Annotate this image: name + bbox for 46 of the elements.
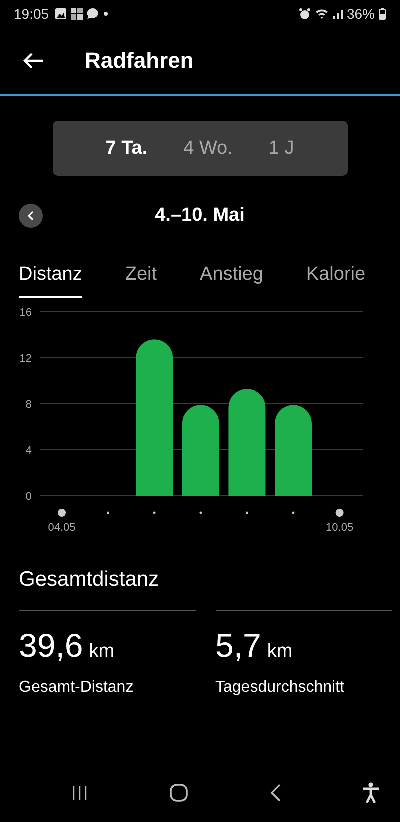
screen-title: Radfahren: [85, 48, 194, 74]
stat-unit: km: [89, 641, 115, 663]
stat-label: Tagesdurchschnitt: [216, 679, 346, 697]
period-tab[interactable]: 1 J: [250, 132, 312, 166]
section-title: Gesamtdistanz: [19, 568, 160, 592]
metric-tab[interactable]: Zeit: [125, 254, 158, 298]
stat-label: Gesamt-Distanz: [19, 679, 135, 697]
axis-label: 16: [20, 307, 32, 319]
image-icon: [55, 8, 68, 20]
battery-icon: [379, 8, 386, 20]
day-marker: [58, 509, 66, 517]
day-marker: [153, 512, 156, 514]
axis-label: 04.05: [48, 522, 76, 534]
alarm-icon: [298, 8, 311, 20]
stat-value: 39,6: [19, 627, 84, 665]
home-icon[interactable]: [169, 783, 190, 803]
day-marker: [200, 512, 202, 514]
axis-label: 12: [20, 353, 32, 365]
day-marker: [107, 512, 110, 514]
chat-icon: [87, 8, 100, 20]
axis-label: 4: [26, 445, 32, 457]
back-arrow-icon[interactable]: [22, 52, 44, 70]
chevron-left-icon: [28, 211, 34, 221]
period-tab[interactable]: 4 Wo.: [166, 132, 251, 166]
battery-percent: 36%: [346, 6, 375, 22]
metric-tab[interactable]: Anstieg: [200, 254, 264, 298]
period-tab[interactable]: 7 Ta.: [88, 132, 166, 166]
stat-value: 5,7: [216, 627, 262, 665]
day-marker: [246, 512, 248, 514]
clock-time: 19:05: [14, 6, 50, 22]
grid-icon: [71, 8, 84, 20]
dot-icon: [104, 12, 108, 16]
axis-label: 10.05: [326, 522, 354, 534]
axis-label: 0: [26, 491, 32, 503]
axis-label: 8: [26, 399, 32, 411]
signal-icon: [332, 8, 343, 20]
stat-unit: km: [267, 641, 293, 663]
back-icon[interactable]: [268, 783, 283, 803]
metric-tab[interactable]: Kalorie: [306, 254, 366, 298]
date-range: 4.–10. Mai: [154, 205, 246, 227]
metric-tab[interactable]: Distanz: [19, 254, 82, 298]
previous-button[interactable]: [19, 204, 43, 228]
accessibility-icon[interactable]: [362, 782, 380, 804]
day-marker: [292, 512, 295, 514]
day-marker: [336, 509, 344, 517]
wifi-icon: [314, 8, 329, 20]
